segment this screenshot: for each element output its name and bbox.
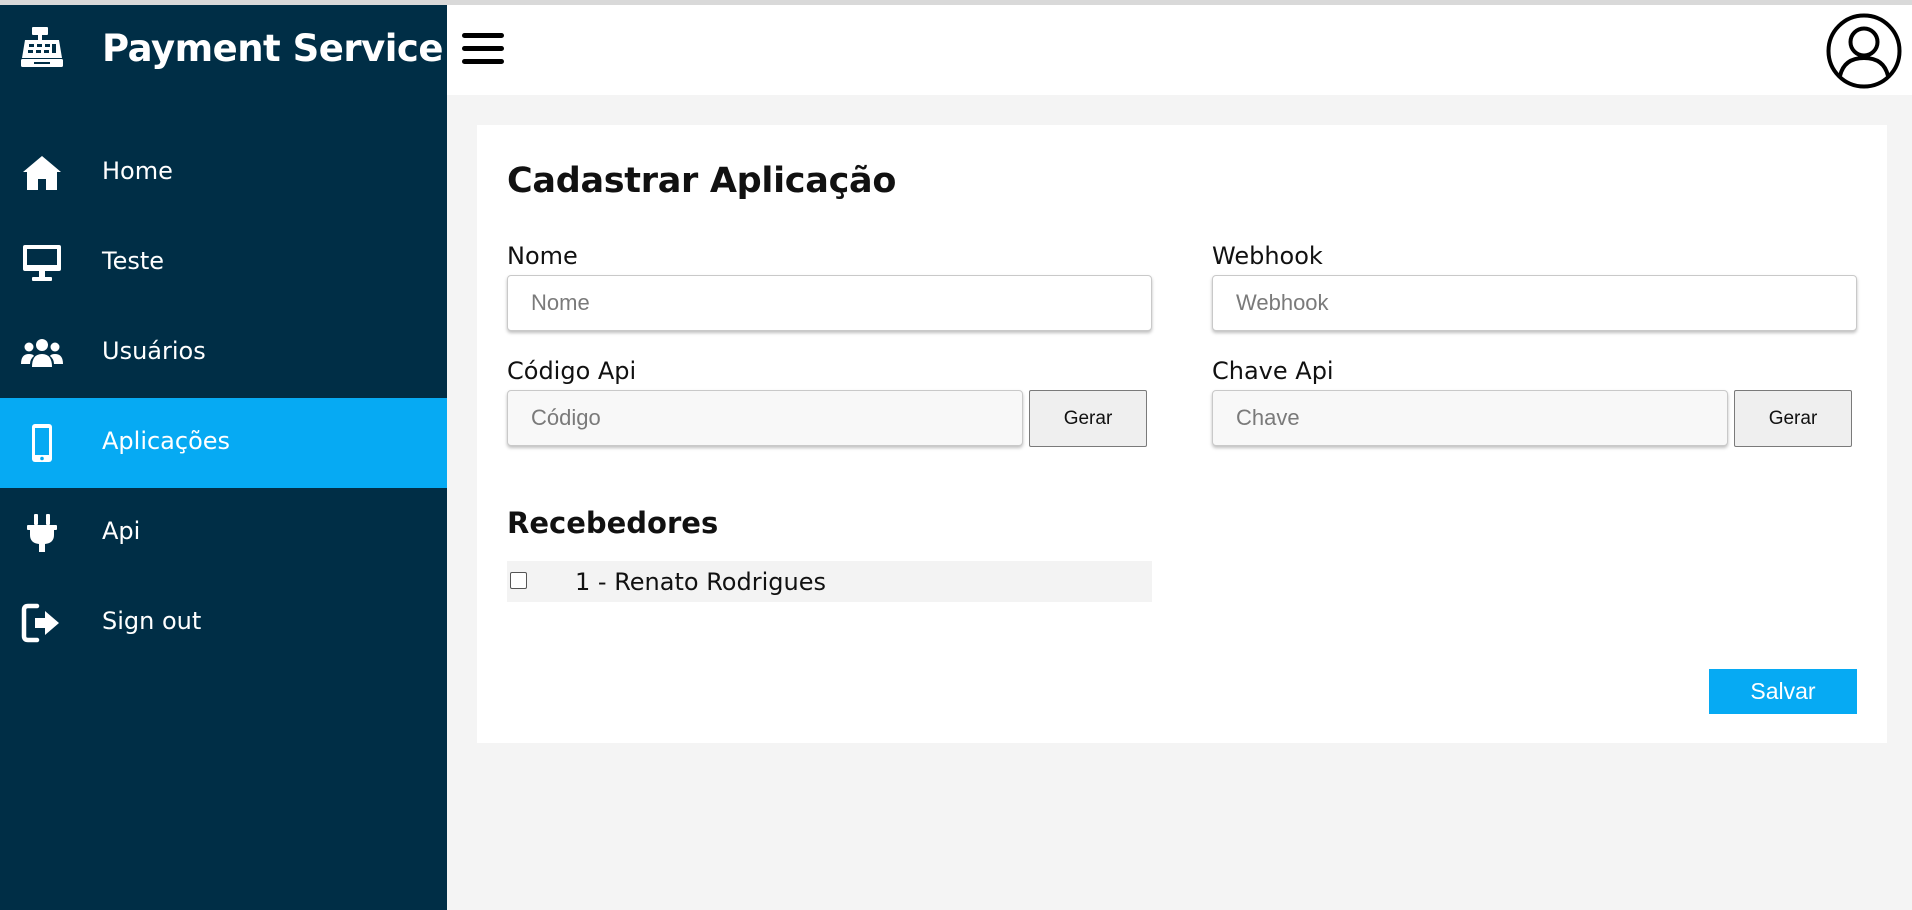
codigo-api-label: Código Api [507,357,637,385]
sidebar-item-label: Api [102,517,141,545]
sidebar-item-label: Usuários [102,337,206,365]
sidebar-nav: Home Teste Usuários Aplicações Api Sign … [0,128,447,668]
user-circle-icon[interactable] [1826,13,1902,89]
sidebar: Payment Service Home Teste Usuários Apli… [0,5,447,910]
mobile-icon [21,423,63,463]
webhook-input[interactable] [1212,275,1857,331]
generate-chave-button[interactable]: Gerar [1734,390,1852,447]
sidebar-item-home[interactable]: Home [0,128,447,218]
sidebar-item-label: Aplicações [102,427,231,455]
sidebar-item-aplicacoes[interactable]: Aplicações [0,398,447,488]
sidebar-item-teste[interactable]: Teste [0,218,447,308]
list-item: 1 - Renato Rodrigues [507,561,1152,602]
hamburger-icon[interactable] [462,29,504,69]
app-title: Payment Service [102,27,443,70]
form-card: Cadastrar Aplicação Nome Webhook Código … [477,125,1887,743]
sidebar-item-label: Home [102,157,173,185]
sidebar-item-sign-out[interactable]: Sign out [0,578,447,668]
monitor-icon [21,243,63,283]
sidebar-item-api[interactable]: Api [0,488,447,578]
codigo-api-input[interactable] [507,390,1023,446]
sidebar-item-label: Teste [102,247,165,275]
plug-icon [21,513,63,553]
chave-api-label: Chave Api [1212,357,1334,385]
sidebar-item-label: Sign out [102,607,202,635]
webhook-label: Webhook [1212,242,1323,270]
sidebar-item-usuarios[interactable]: Usuários [0,308,447,398]
brand: Payment Service [0,5,447,95]
page-title: Cadastrar Aplicação [507,161,897,201]
cash-register-icon [20,25,64,69]
top-header [447,5,1912,95]
sign-out-icon [21,603,63,643]
recebedores-title: Recebedores [507,506,719,540]
nome-input[interactable] [507,275,1152,331]
chave-api-input[interactable] [1212,390,1728,446]
receiver-checkbox[interactable] [510,572,527,589]
generate-codigo-button[interactable]: Gerar [1029,390,1147,447]
receiver-label: 1 - Renato Rodrigues [575,568,826,596]
nome-label: Nome [507,242,578,270]
save-button[interactable]: Salvar [1709,669,1857,714]
home-icon [21,153,63,193]
users-icon [21,333,63,373]
